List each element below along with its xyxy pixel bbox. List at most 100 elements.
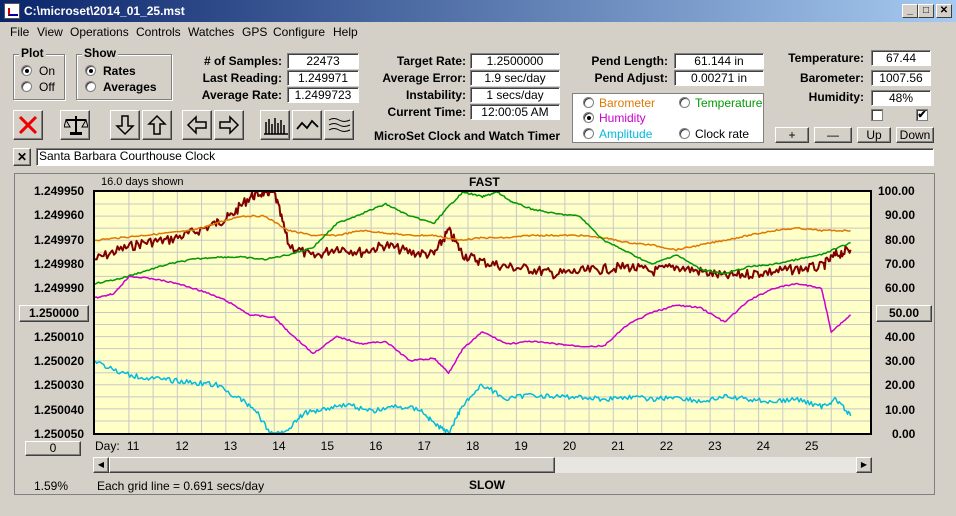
humidity-option-label: Humidity	[599, 111, 646, 125]
scroll-right-button[interactable]: ▶	[856, 457, 872, 473]
instability-field: 1 secs/day	[470, 87, 560, 103]
x-axis-tick: 21	[611, 439, 625, 453]
menu-watches[interactable]: Watches	[188, 25, 234, 39]
show-rates-radio[interactable]	[85, 65, 96, 76]
pend-adjust-label: Pend Adjust:	[594, 71, 668, 85]
x-axis-tick: 11	[126, 439, 140, 453]
last-reading-field: 1.249971	[287, 70, 359, 86]
x-axis-tick: 15	[320, 439, 335, 453]
close-window-button[interactable]: ✕	[936, 4, 952, 18]
bars-view-button[interactable]	[260, 110, 290, 140]
menu-help[interactable]: Help	[333, 25, 358, 39]
right-axis-tick: 10.00	[885, 403, 916, 417]
scroll-left-button[interactable]: ◀	[93, 457, 109, 473]
clock-rate-radio[interactable]	[679, 128, 690, 139]
line-graph-icon	[296, 119, 319, 130]
right-axis-tick: 80.00	[885, 233, 916, 247]
temperature-option-label: Temperature	[695, 96, 763, 110]
menu-configure[interactable]: Configure	[273, 25, 325, 39]
watch-name-field[interactable]: Santa Barbara Courthouse Clock	[36, 148, 934, 166]
x-axis-tick: 13	[223, 439, 238, 453]
right-axis-tick: 90.00	[885, 208, 916, 222]
scale-minus-button[interactable]: —	[814, 127, 852, 143]
grid-note-label: Each grid line = 0.691 secs/day	[97, 479, 265, 493]
pend-adjust-field: 0.00271 in	[674, 70, 764, 86]
x-axis-tick: 18	[465, 439, 480, 453]
balance-scale-icon	[64, 116, 88, 135]
right-axis-tick: 70.00	[885, 257, 916, 271]
plot-on-label: On	[39, 64, 56, 78]
maximize-button[interactable]: □	[918, 4, 934, 18]
pend-length-label: Pend Length:	[591, 54, 668, 68]
scale-up-button[interactable]: Up	[857, 127, 891, 143]
arrow-down-button[interactable]	[110, 110, 140, 140]
scale-plus-button[interactable]: +	[775, 127, 809, 143]
chart-grid	[95, 192, 870, 433]
x-axis-tick: 25	[805, 439, 819, 453]
samples-field: 22473	[287, 53, 359, 69]
wave-view-button[interactable]	[324, 110, 354, 140]
scroll-thumb[interactable]	[109, 457, 555, 473]
show-rates-label: Rates	[103, 64, 136, 78]
x-axis-tick: 20	[562, 439, 577, 453]
menu-gps[interactable]: GPS	[242, 25, 267, 39]
x-axis-tick: 14	[272, 439, 286, 453]
plot-on-radio[interactable]	[21, 65, 32, 76]
show-group-label: Show	[82, 46, 118, 60]
current-time-label: Current Time:	[387, 105, 466, 119]
menu-operations[interactable]: Operations	[70, 25, 129, 39]
days-shown-label: 16.0 days shown	[101, 176, 184, 188]
right-checkbox[interactable]: ✔	[916, 109, 928, 121]
x-axis-tick: 17	[417, 439, 431, 453]
humidity-radio[interactable]	[583, 112, 594, 123]
left-axis-tick: 1.250010	[33, 330, 84, 344]
amplitude-radio[interactable]	[583, 128, 594, 139]
samples-label: # of Samples:	[203, 54, 282, 68]
menu-controls[interactable]: Controls	[136, 25, 181, 39]
balance-button[interactable]	[60, 110, 90, 140]
percent-label: 1.59%	[34, 479, 69, 493]
average-error-field: 1.9 sec/day	[470, 70, 560, 86]
clear-button[interactable]	[13, 110, 43, 140]
x-offset-button[interactable]: 0	[25, 441, 81, 456]
line-view-button[interactable]	[292, 110, 322, 140]
target-rate-field[interactable]: 1.2500000	[470, 53, 560, 69]
x-axis-tick: 23	[708, 439, 722, 453]
left-axis-center-button[interactable]: 1.250000	[19, 305, 89, 322]
arrow-left-button[interactable]	[182, 110, 212, 140]
barometer-radio[interactable]	[583, 97, 594, 108]
average-rate-label: Average Rate:	[201, 88, 282, 102]
right-axis-center-button[interactable]: 50.00	[876, 305, 932, 322]
temperature-radio[interactable]	[679, 97, 690, 108]
menu-view[interactable]: View	[37, 25, 63, 39]
plot-area	[93, 190, 872, 435]
arrow-right-button[interactable]	[214, 110, 244, 140]
right-axis-tick: 60.00	[885, 281, 916, 295]
plot-off-radio[interactable]	[21, 81, 32, 92]
left-axis-tick: 1.249990	[33, 281, 84, 295]
series-line-clock-rate	[95, 191, 852, 280]
plot-off-label: Off	[39, 80, 55, 94]
arrow-up-icon	[147, 114, 167, 135]
app-icon[interactable]	[4, 3, 20, 19]
target-rate-label: Target Rate:	[396, 54, 466, 68]
right-axis-tick: 40.00	[885, 330, 916, 344]
show-averages-radio[interactable]	[85, 81, 96, 92]
temperature-label: Temperature:	[788, 51, 864, 65]
slow-label: SLOW	[469, 478, 505, 492]
average-rate-field: 1.2499723	[287, 87, 359, 103]
left-axis-tick: 1.250040	[33, 403, 84, 417]
x-axis-tick: 16	[369, 439, 383, 453]
x-axis-label: Day:	[95, 439, 120, 453]
scale-down-button[interactable]: Down	[896, 127, 934, 143]
menu-file[interactable]: File	[10, 25, 29, 39]
current-time-field: 12:00:05 AM	[470, 104, 560, 120]
close-watch-button[interactable]: ✕	[13, 148, 31, 166]
left-checkbox[interactable]	[871, 109, 883, 121]
arrow-up-button[interactable]	[142, 110, 172, 140]
timeline-scrollbar[interactable]: ◀ ▶	[93, 457, 872, 473]
arrow-right-icon	[219, 115, 240, 135]
instability-label: Instability:	[405, 88, 466, 102]
right-axis-tick: 20.00	[885, 378, 916, 392]
minimize-button[interactable]: _	[902, 4, 918, 18]
